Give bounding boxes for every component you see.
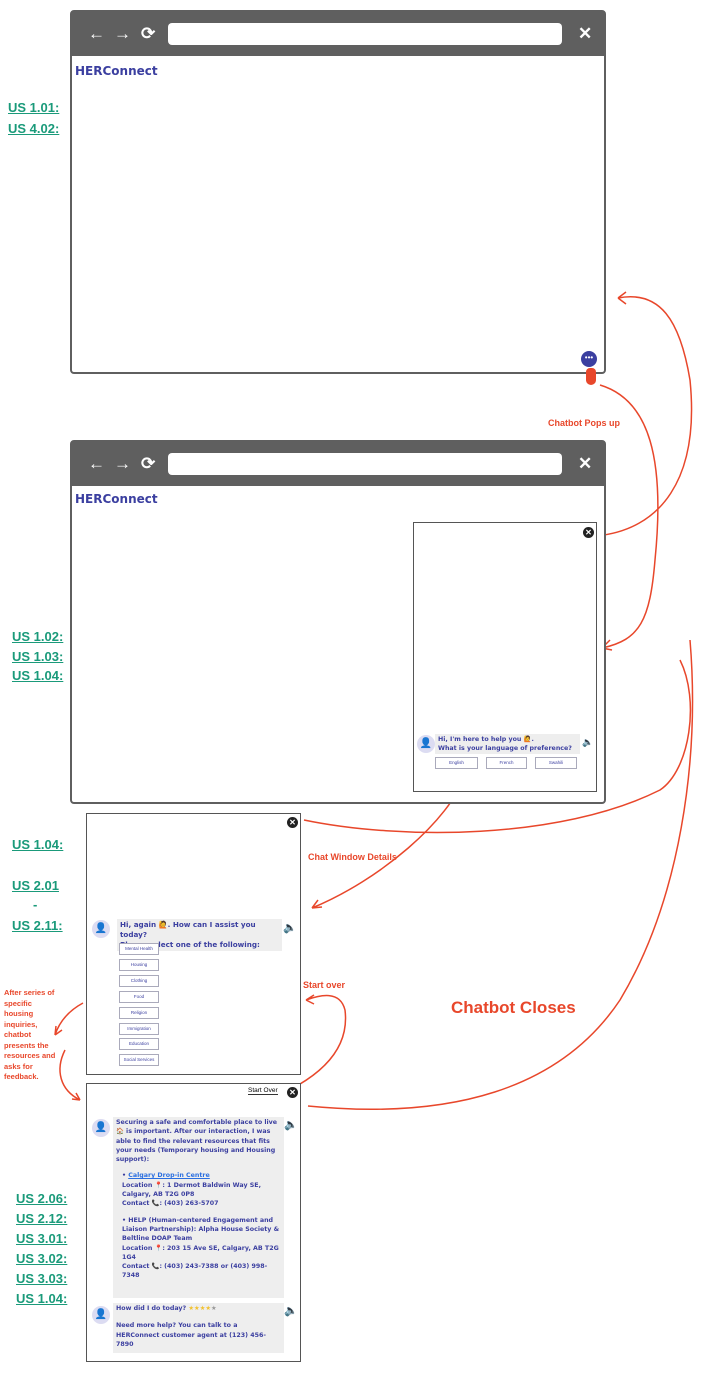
close-icon[interactable]: ✕	[578, 454, 592, 474]
rating-stars[interactable]: ★★★★★	[188, 1305, 216, 1312]
story-label[interactable]: US 2.11:	[12, 918, 63, 933]
speaker-icon[interactable]: 🔈	[582, 737, 593, 748]
story-label[interactable]: US 2.12:	[16, 1211, 67, 1226]
resource-name: HELP (Human-centered Engagement and Liai…	[122, 1216, 280, 1243]
logo[interactable]: HERConnect	[75, 64, 158, 78]
option-education[interactable]: Education	[119, 1038, 159, 1050]
annotation-side-note: After series of specific housing inquiri…	[4, 988, 56, 1081]
browser-titlebar: ← → ⟳ ✕	[72, 12, 604, 56]
browser-titlebar: ← → ⟳ ✕	[72, 442, 604, 486]
greeting-line: What is your language of preference?	[438, 745, 572, 752]
option-immigration[interactable]: Immigration	[119, 1023, 159, 1035]
bot-message: Hi, I'm here to help you 🙋. What is your…	[435, 734, 580, 754]
forward-icon[interactable]: →	[114, 24, 131, 44]
story-label[interactable]: US 1.02:	[12, 629, 63, 644]
resource-location: Location 📍: 203 15 Ave SE, Calgary, AB T…	[122, 1244, 279, 1261]
annotation-start-over: Start over	[303, 980, 346, 990]
option-social-services[interactable]: Social Services	[119, 1054, 159, 1066]
reload-icon[interactable]: ⟳	[141, 454, 155, 474]
option-religion[interactable]: Religion	[119, 1007, 159, 1019]
resource-item: • Calgary Drop-in Centre Location 📍: 1 De…	[122, 1172, 261, 1208]
intro-text: Securing a safe and comfortable place to…	[116, 1119, 278, 1164]
chat-window-results: Start Over ✕ 👤 Securing a safe and comfo…	[86, 1083, 301, 1362]
reload-icon[interactable]: ⟳	[141, 24, 155, 44]
resource-location: Location 📍: 1 Dermot Baldwin Way SE, Cal…	[122, 1181, 261, 1199]
close-icon[interactable]: ✕	[578, 24, 592, 44]
bot-avatar: 👤	[92, 1306, 110, 1324]
arrow-side1	[54, 1002, 84, 1036]
cursor-hand-icon	[586, 368, 596, 385]
url-bar[interactable]	[168, 453, 562, 475]
chat-close-button[interactable]: ✕	[287, 817, 298, 828]
resource-item: • HELP (Human-centered Engagement and Li…	[122, 1216, 280, 1280]
feedback-question: How did I do today?	[116, 1305, 187, 1312]
chat-close-button[interactable]: ✕	[287, 1087, 298, 1098]
start-over-button[interactable]: Start Over	[248, 1087, 278, 1095]
story-label[interactable]: US 1.04:	[12, 668, 63, 683]
back-icon[interactable]: ←	[88, 24, 105, 44]
language-english-button[interactable]: English	[435, 757, 478, 769]
speaker-icon[interactable]: 🔈	[284, 1304, 298, 1317]
arrow-close1	[595, 291, 693, 537]
back-icon[interactable]: ←	[88, 454, 105, 474]
bot-avatar: 👤	[417, 735, 435, 753]
annotation-popup: Chatbot Pops up	[548, 418, 620, 428]
arrow-side2	[59, 1049, 81, 1101]
logo[interactable]: HERConnect	[75, 492, 158, 506]
story-label[interactable]: US 1.03:	[12, 649, 63, 664]
story-label[interactable]: US 1.04:	[12, 837, 63, 852]
option-clothing[interactable]: Clothing	[119, 975, 159, 987]
speaker-icon[interactable]: 🔈	[283, 921, 297, 934]
resource-contact: Contact 📞: (403) 243-7388 or (403) 998-7…	[122, 1263, 268, 1280]
option-food[interactable]: Food	[119, 991, 159, 1003]
story-label[interactable]: US 4.02:	[8, 121, 59, 136]
story-label[interactable]: US 3.02:	[16, 1251, 67, 1266]
bot-avatar: 👤	[92, 1119, 110, 1137]
url-bar[interactable]	[168, 23, 562, 45]
story-label[interactable]: US 3.03:	[16, 1271, 67, 1286]
story-label[interactable]: US 3.01:	[16, 1231, 67, 1246]
language-french-button[interactable]: French	[486, 757, 527, 769]
speaker-icon[interactable]: 🔈	[284, 1118, 298, 1131]
bot-resources-message: Securing a safe and comfortable place to…	[113, 1117, 284, 1298]
message-line: Hi, again 🙋. How can I assist you today?	[120, 920, 256, 939]
resource-contact: Contact 📞: (403) 263-5707	[122, 1200, 219, 1208]
story-label[interactable]: US 2.01	[12, 878, 59, 893]
forward-icon[interactable]: →	[114, 454, 131, 474]
chat-window: ✕ 👤 Hi, I'm here to help you 🙋. What is …	[413, 522, 597, 792]
bot-avatar: 👤	[92, 920, 110, 938]
chat-close-button[interactable]: ✕	[583, 527, 594, 538]
greeting-line: Hi, I'm here to help you 🙋.	[438, 736, 534, 743]
story-range-dash: -	[33, 897, 38, 912]
option-mental-health[interactable]: Mental Health	[119, 943, 159, 955]
chat-window-menu: ✕ 👤 Hi, again 🙋. How can I assist you to…	[86, 813, 301, 1075]
annotation-closes: Chatbot Closes	[451, 998, 576, 1017]
annotation-details: Chat Window Details	[308, 852, 397, 862]
resource-link[interactable]: Calgary Drop-in Centre	[128, 1172, 210, 1179]
help-text: Need more help? You can talk to a HERCon…	[116, 1322, 266, 1348]
story-label[interactable]: US 1.01:	[8, 100, 59, 115]
chat-bubble-icon[interactable]: •••	[581, 351, 597, 367]
story-label[interactable]: US 1.04:	[16, 1291, 67, 1306]
bot-feedback-message: How did I do today? ★★★★★ Need more help…	[113, 1303, 284, 1353]
browser-window-home: ← → ⟳ ✕ HERConnect •••	[70, 10, 606, 374]
language-swahili-button[interactable]: Swahili	[535, 757, 577, 769]
story-label[interactable]: US 2.06:	[16, 1191, 67, 1206]
option-housing[interactable]: Housing	[119, 959, 159, 971]
